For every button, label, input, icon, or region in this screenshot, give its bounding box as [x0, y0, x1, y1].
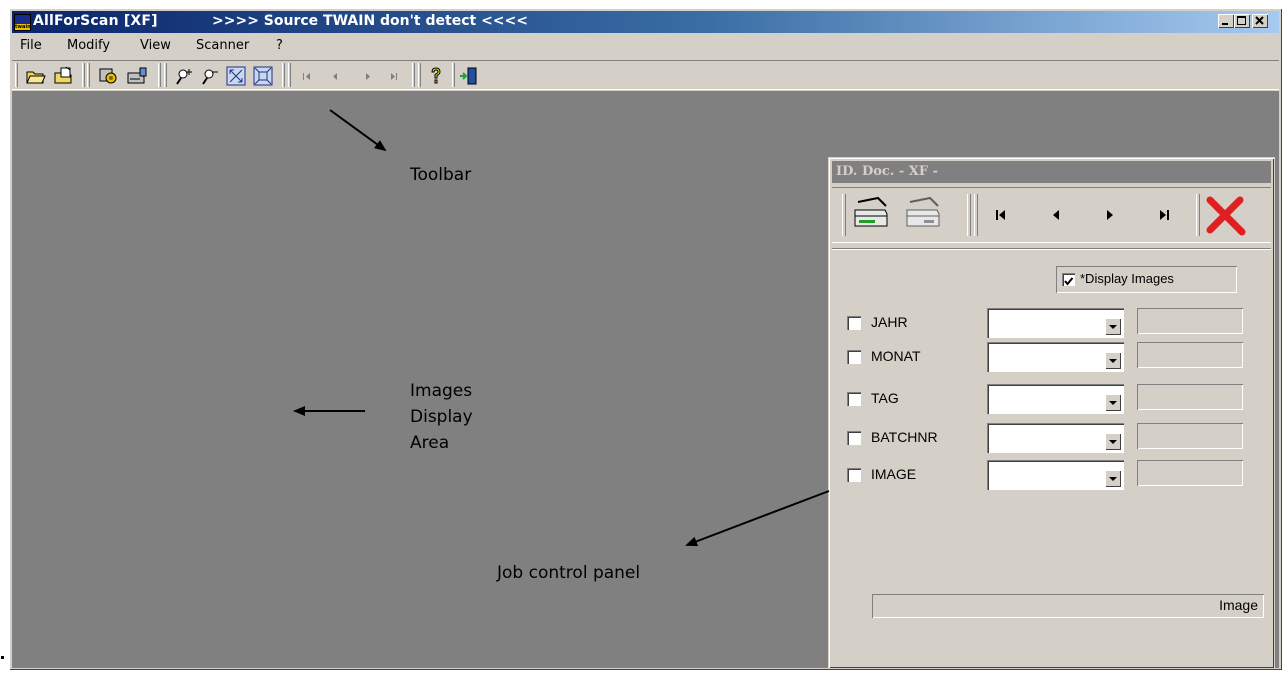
toolbar-arrow [329, 109, 387, 152]
annotation-arrows [293, 109, 830, 547]
job-panel-arrow [685, 490, 830, 547]
stray-mark [1, 656, 4, 659]
